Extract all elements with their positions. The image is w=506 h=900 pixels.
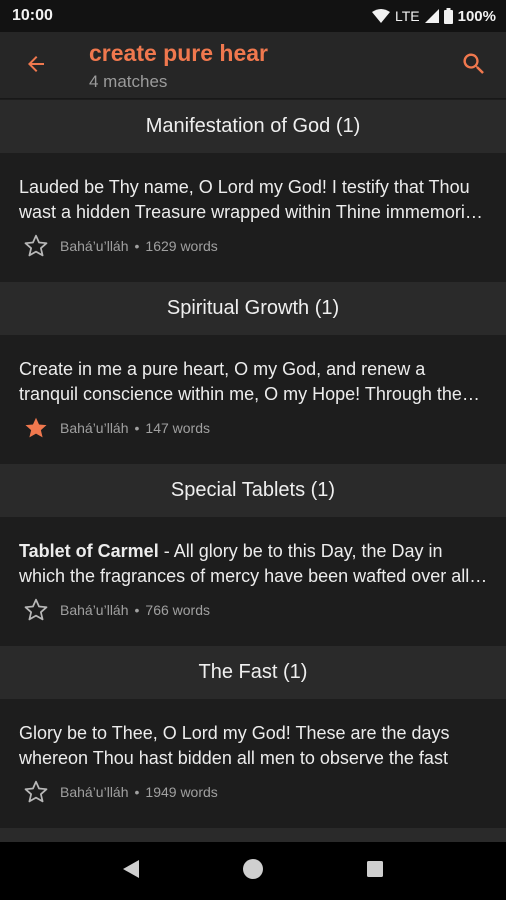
meta-separator: • — [134, 420, 140, 436]
battery-icon — [443, 8, 453, 24]
meta-separator: • — [134, 238, 140, 254]
list-item[interactable]: Tablet of Carmel - All glory be to this … — [0, 517, 506, 646]
item-excerpt: Glory be to Thee, O Lord my God! These a… — [19, 723, 450, 768]
circle-home-icon — [242, 858, 264, 885]
meta-separator: • — [134, 602, 140, 618]
section-header: Spiritual Growth (1) — [0, 282, 506, 335]
arrow-left-icon — [24, 52, 48, 81]
list-item[interactable]: Glory be to Thee, O Lord my God! These a… — [0, 699, 506, 828]
status-time: 10:00 — [12, 7, 53, 24]
status-bar: 10:00 LTE 100% — [0, 0, 506, 32]
status-icons: LTE 100% — [371, 7, 496, 25]
star-outline-icon[interactable] — [22, 232, 50, 260]
battery-level: 100% — [457, 7, 496, 25]
item-text: Lauded be Thy name, O Lord my God! I tes… — [19, 175, 488, 225]
nav-home-button[interactable] — [233, 851, 273, 891]
item-text: Create in me a pure heart, O my God, and… — [19, 357, 488, 407]
star-outline-icon[interactable] — [22, 778, 50, 806]
search-icon — [460, 50, 488, 83]
word-count: 1629 words — [145, 238, 218, 254]
network-type: LTE — [394, 8, 420, 24]
square-recents-icon — [366, 860, 384, 883]
cell-signal-icon — [424, 9, 439, 23]
meta-separator: • — [134, 784, 140, 800]
search-button[interactable] — [454, 46, 494, 86]
item-meta: Bahá’u’lláh • 147 words — [19, 415, 488, 441]
item-author: Bahá’u’lláh — [60, 784, 129, 800]
results-list[interactable]: Manifestation of God (1) Lauded be Thy n… — [0, 100, 506, 842]
search-query: create pure hear — [89, 40, 268, 66]
item-excerpt: Create in me a pure heart, O my God, and… — [19, 359, 462, 404]
word-count: 1949 words — [145, 784, 218, 800]
word-count: 766 words — [145, 602, 210, 618]
item-meta: Bahá’u’lláh • 1949 words — [19, 779, 488, 805]
section-header-partial — [0, 828, 506, 842]
item-author: Bahá’u’lláh — [60, 602, 129, 618]
word-count: 147 words — [145, 420, 210, 436]
section-header: Special Tablets (1) — [0, 464, 506, 517]
list-item[interactable]: Create in me a pure heart, O my God, and… — [0, 335, 506, 464]
star-outline-icon[interactable] — [22, 596, 50, 624]
section-header: The Fast (1) — [0, 646, 506, 699]
item-text: Tablet of Carmel - All glory be to this … — [19, 539, 488, 589]
nav-recents-button[interactable] — [355, 851, 395, 891]
app-bar: create pure hear 4 matches — [0, 32, 506, 99]
nav-back-button[interactable] — [111, 851, 151, 891]
item-text: Glory be to Thee, O Lord my God! These a… — [19, 721, 488, 771]
item-author: Bahá’u’lláh — [60, 420, 129, 436]
match-count: 4 matches — [89, 72, 168, 91]
list-item[interactable]: Lauded be Thy name, O Lord my God! I tes… — [0, 153, 506, 282]
item-meta: Bahá’u’lláh • 766 words — [19, 597, 488, 623]
item-title: Tablet of Carmel — [19, 541, 159, 561]
item-meta: Bahá’u’lláh • 1629 words — [19, 233, 488, 259]
system-nav-bar — [0, 842, 506, 900]
triangle-back-icon — [122, 859, 140, 884]
item-excerpt: Lauded be Thy name, O Lord my God! I tes… — [19, 177, 479, 222]
back-button[interactable] — [18, 48, 54, 84]
section-header: Manifestation of God (1) — [0, 100, 506, 153]
star-filled-icon[interactable] — [22, 414, 50, 442]
item-author: Bahá’u’lláh — [60, 238, 129, 254]
wifi-icon — [371, 9, 390, 23]
